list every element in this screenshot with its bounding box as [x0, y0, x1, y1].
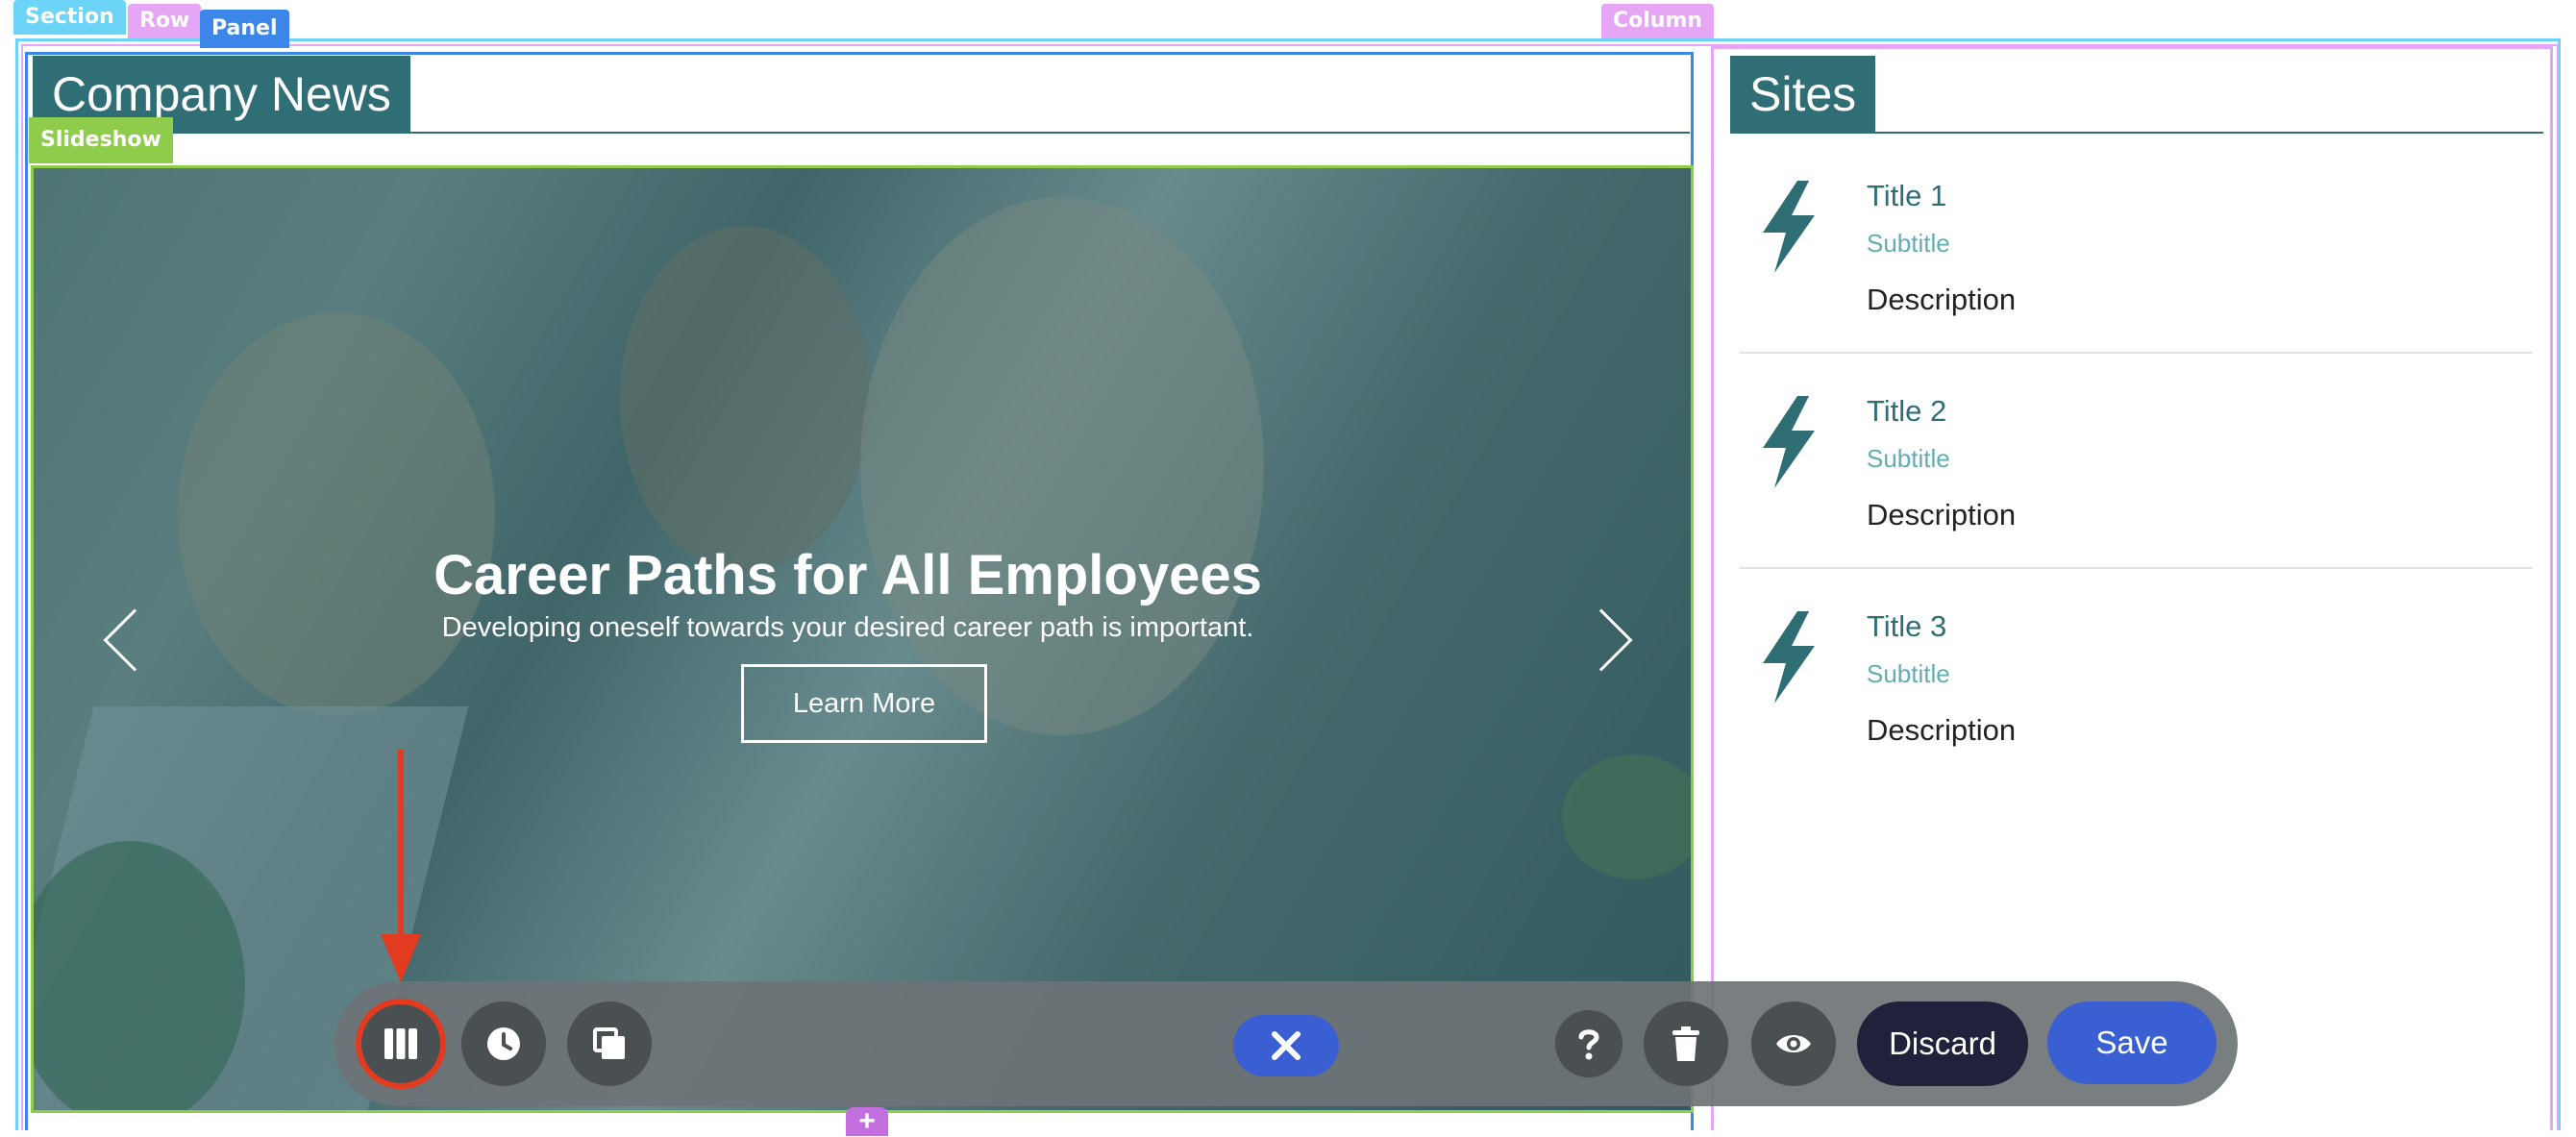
- discard-button[interactable]: Discard: [1857, 1001, 2028, 1086]
- site-separator: [1740, 567, 2533, 569]
- close-icon: [1272, 1031, 1300, 1060]
- slideshow[interactable]: Career Paths for All Employees Developin…: [31, 165, 1694, 1113]
- layout-button[interactable]: [356, 999, 446, 1089]
- site-subtitle: Subtitle: [1867, 659, 1950, 688]
- trash-icon: [1672, 1026, 1699, 1061]
- clock-icon: [487, 1027, 520, 1060]
- sites-title: Sites: [1730, 56, 1876, 133]
- site-item[interactable]: Title 2 Subtitle Description: [1740, 384, 2533, 600]
- eye-icon: [1776, 1035, 1811, 1052]
- delete-button[interactable]: [1644, 1001, 1728, 1086]
- columns-icon: [384, 1028, 417, 1059]
- company-news-rule: [33, 132, 1690, 134]
- row-tag[interactable]: Row: [128, 4, 202, 38]
- panel-tag[interactable]: Panel: [200, 10, 289, 48]
- editor-toolbar: Discard Save: [334, 981, 2238, 1106]
- site-description: Description: [1867, 283, 2017, 316]
- site-title[interactable]: Title 1: [1867, 179, 1946, 213]
- close-button[interactable]: [1233, 1015, 1339, 1076]
- preview-button[interactable]: [1751, 1001, 1836, 1086]
- slideshow-tag[interactable]: Slideshow: [29, 117, 173, 163]
- site-subtitle: Subtitle: [1867, 444, 1950, 473]
- sites-rule: [1730, 132, 2543, 134]
- section-tag[interactable]: Section: [13, 0, 126, 35]
- annotation-arrow-icon: [381, 750, 421, 982]
- site-description: Description: [1867, 498, 2017, 531]
- add-row-button[interactable]: +: [846, 1107, 888, 1136]
- help-icon: [1578, 1029, 1599, 1060]
- site-item[interactable]: Title 1 Subtitle Description: [1740, 169, 2533, 384]
- site-title[interactable]: Title 3: [1867, 609, 1946, 644]
- lightning-bolt-icon: [1763, 396, 1815, 488]
- site-separator: [1740, 352, 2533, 354]
- site-item[interactable]: Title 3 Subtitle Description: [1740, 600, 2533, 815]
- slide-title: Career Paths for All Employees: [433, 544, 1262, 606]
- site-description: Description: [1867, 713, 2017, 747]
- save-button[interactable]: Save: [2047, 1001, 2217, 1084]
- column-tag[interactable]: Column: [1601, 4, 1715, 38]
- slide-subtitle: Developing oneself towards your desired …: [441, 612, 1254, 643]
- lightning-bolt-icon: [1763, 611, 1815, 704]
- site-title[interactable]: Title 2: [1867, 394, 1946, 429]
- copy-button[interactable]: [567, 1001, 652, 1086]
- learn-more-button[interactable]: Learn More: [741, 664, 987, 743]
- copy-icon: [593, 1027, 625, 1059]
- add-row-label: +: [858, 1105, 876, 1137]
- site-subtitle: Subtitle: [1867, 229, 1950, 258]
- history-button[interactable]: [461, 1001, 546, 1086]
- lightning-bolt-icon: [1763, 181, 1815, 273]
- help-button[interactable]: [1555, 1010, 1622, 1077]
